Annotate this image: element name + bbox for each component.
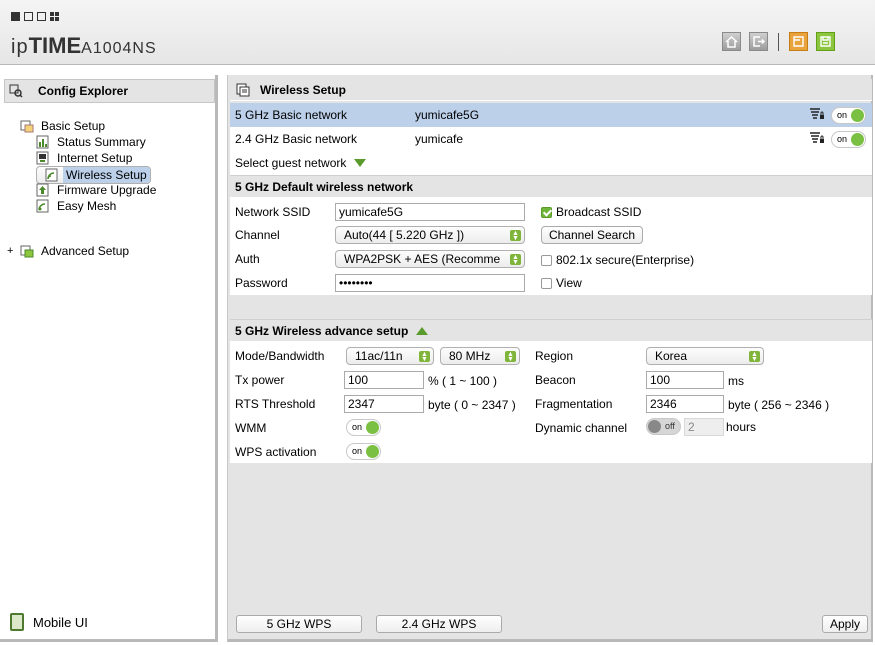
password-input[interactable]: •••••••• [335,274,525,292]
monitor-icon [36,151,50,165]
wireless-icon [45,168,59,182]
grid-icon [50,12,59,21]
network-toggle-5ghz[interactable]: on [831,106,866,124]
restore-icon[interactable] [789,32,808,51]
fragmentation-input[interactable]: 2346 [646,395,724,413]
tree-node-status-summary[interactable]: Status Summary [36,134,149,150]
wps-24ghz-button[interactable]: 2.4 GHz WPS [376,615,502,633]
network-row-24ghz[interactable]: 2.4 GHz Basic network yumicafe on [230,127,872,151]
header: ipTIMEA1004NS [0,0,875,65]
select-arrow-icon: ▲ ▼ [510,254,521,266]
select-arrow-icon: ▲ ▼ [505,351,516,363]
mode-select[interactable]: 11ac/11n ▲ ▼ [346,347,434,365]
wps-activation-toggle[interactable]: on [346,443,381,460]
config-explorer-header: Config Explorer [4,79,215,103]
wps-5ghz-button[interactable]: 5 GHz WPS [236,615,362,633]
save-icon[interactable] [816,32,835,51]
home-icon[interactable] [722,32,741,51]
tree-node-firmware-upgrade[interactable]: Firmware Upgrade [36,182,159,198]
window-controls [11,12,59,21]
apply-button[interactable]: Apply [822,615,868,633]
default-network-section-header: 5 GHz Default wireless network [230,175,872,197]
filter-lock-icon[interactable] [809,107,825,124]
upgrade-icon [36,183,50,197]
folder-icon [20,244,34,258]
dropdown-arrow-icon[interactable] [354,159,367,167]
dynamic-channel-toggle[interactable]: off [646,418,681,435]
collapse-arrow-icon[interactable] [416,326,429,335]
select-arrow-icon: ▲ ▼ [419,351,430,363]
wireless-setup-title: Wireless Setup [260,82,346,97]
window-icon [236,83,250,97]
dot-icon [11,12,20,21]
mobile-ui-link[interactable]: Mobile UI [10,613,88,631]
mobile-phone-icon [10,613,24,631]
network-toggle-24ghz[interactable]: on [831,130,866,148]
folder-icon [20,119,34,133]
explorer-search-icon [9,84,23,98]
beacon-input[interactable]: 100 [646,371,724,389]
tree-node-internet-setup[interactable]: Internet Setup [36,150,135,166]
tree-node-easy-mesh[interactable]: Easy Mesh [36,198,119,214]
expand-icon[interactable]: + [7,245,13,257]
ssid-input[interactable]: yumicafe5G [335,203,525,221]
iptime-logo: ipTIMEA1004NS [11,33,157,58]
tree-node-advanced-setup[interactable]: Advanced Setup [20,243,132,259]
auth-select[interactable]: WPA2PSK + AES (Recomme ▲ ▼ [335,250,525,268]
config-explorer-panel: Config Explorer Basic Setup Status Summa… [0,75,218,642]
logout-icon[interactable] [749,32,768,51]
chart-icon [36,135,50,149]
mesh-icon [36,199,50,213]
broadcast-ssid-checkbox[interactable]: Broadcast SSID [541,205,641,219]
wmm-toggle[interactable]: on [346,419,381,436]
filter-lock-icon[interactable] [809,131,825,148]
network-row-5ghz[interactable]: 5 GHz Basic network yumicafe5G on [230,103,872,127]
select-arrow-icon: ▲ ▼ [510,230,521,242]
wireless-setup-header: Wireless Setup [230,79,872,101]
square-icon [37,12,46,21]
bandwidth-select[interactable]: 80 MHz ▲ ▼ [440,347,520,365]
default-network-form: Network SSID yumicafe5G Broadcast SSID C… [230,197,872,295]
tx-power-input[interactable]: 100 [344,371,424,389]
dynamic-channel-hours-input[interactable]: 2 [684,418,724,436]
wireless-setup-panel: Wireless Setup 5 GHz Basic network yumic… [227,75,873,642]
enterprise-checkbox[interactable]: 802.1x secure(Enterprise) [541,253,694,267]
advance-setup-section-header[interactable]: 5 GHz Wireless advance setup [230,319,872,341]
tree-node-basic-setup[interactable]: Basic Setup [20,118,108,134]
checkbox-checked-icon [541,206,552,218]
checkbox-icon [541,254,552,266]
view-password-checkbox[interactable]: View [541,276,582,290]
divider [778,32,779,51]
advance-setup-form: Mode/Bandwidth 11ac/11n ▲ ▼ 80 MHz ▲ ▼ Regio… [230,341,872,463]
checkbox-icon [541,277,552,289]
square-icon [24,12,33,21]
region-select[interactable]: Korea ▲ ▼ [646,347,764,365]
rts-threshold-input[interactable]: 2347 [344,395,424,413]
config-explorer-title: Config Explorer [38,84,129,98]
channel-select[interactable]: Auto(44 [ 5.220 GHz ]) ▲ ▼ [335,226,525,244]
channel-search-button[interactable]: Channel Search [541,226,643,244]
select-arrow-icon: ▲ ▼ [749,351,760,363]
guest-network-selector[interactable]: Select guest network [230,151,872,175]
